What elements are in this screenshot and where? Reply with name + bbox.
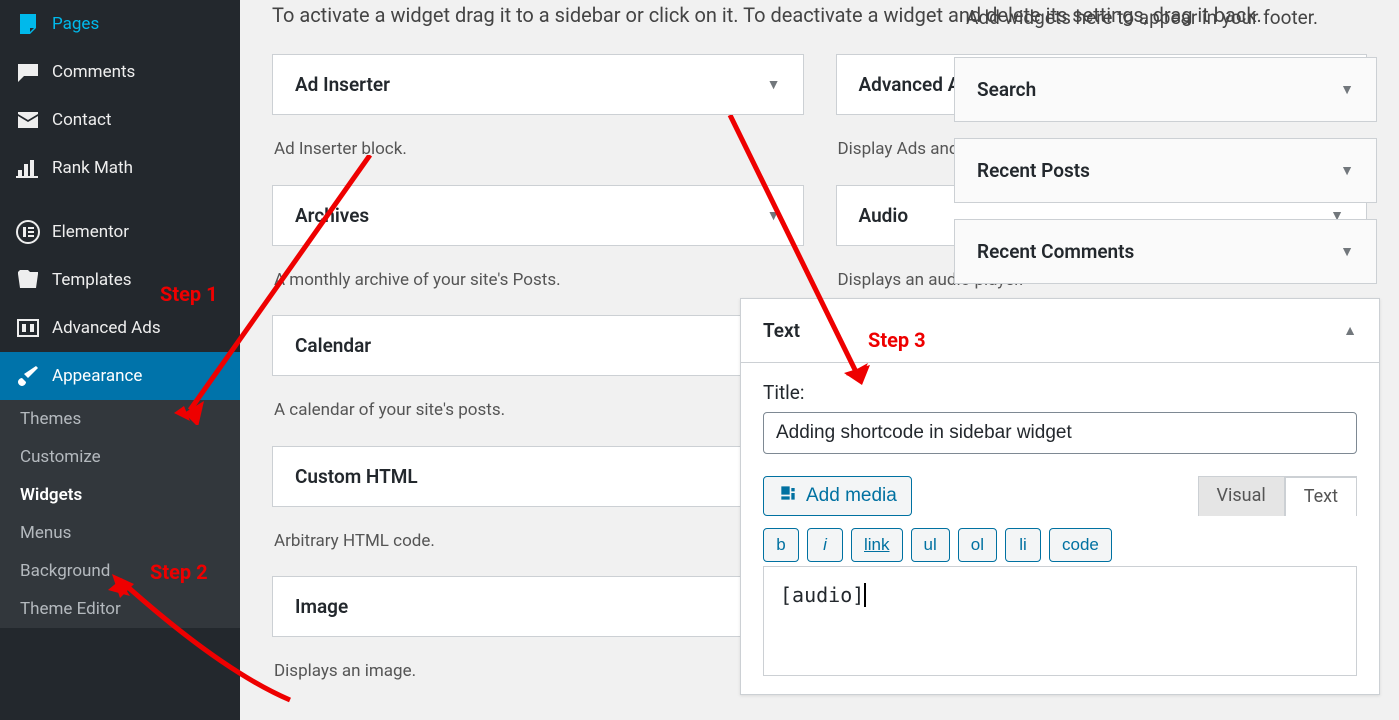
submenu-theme-editor[interactable]: Theme Editor [0, 590, 240, 628]
comment-icon [16, 60, 40, 84]
submenu-background[interactable]: Background [0, 552, 240, 590]
code-button[interactable]: code [1049, 528, 1112, 562]
submenu-widgets[interactable]: Widgets [0, 476, 240, 514]
editor-toolbar: b i link ul ol li code [763, 528, 1357, 562]
brush-icon [16, 364, 40, 388]
menu-pages[interactable]: Pages [0, 0, 240, 48]
widget-desc: A calendar of your site's posts. [272, 388, 804, 446]
chevron-down-icon: ▼ [767, 76, 781, 93]
menu-label: Appearance [52, 366, 142, 386]
menu-label: Contact [52, 110, 111, 130]
li-button[interactable]: li [1005, 528, 1041, 562]
footer-widget-recent-posts[interactable]: Recent Posts ▼ [954, 138, 1377, 203]
menu-comments[interactable]: Comments [0, 48, 240, 96]
visual-tab[interactable]: Visual [1198, 476, 1285, 516]
submenu-customize[interactable]: Customize [0, 438, 240, 476]
widget-ad-inserter[interactable]: Ad Inserter ▼ [272, 54, 804, 115]
mail-icon [16, 108, 40, 132]
widget-title: Search [977, 78, 1036, 101]
menu-label: Comments [52, 62, 135, 82]
text-widget-panel: Text ▲ Title: Add media Visual Text b i … [740, 298, 1380, 695]
widget-custom-html[interactable]: Custom HTML▼ [272, 446, 804, 507]
add-media-label: Add media [806, 485, 897, 507]
media-icon [778, 483, 798, 509]
add-media-button[interactable]: Add media [763, 476, 912, 516]
title-input[interactable] [763, 412, 1357, 454]
menu-rank-math[interactable]: Rank Math [0, 144, 240, 192]
menu-label: Rank Math [52, 158, 133, 178]
footer-area-desc: Add widgets here to appear in your foote… [944, 0, 1387, 57]
widget-title: Image [295, 595, 348, 618]
italic-button[interactable]: i [807, 528, 843, 562]
submenu-menus[interactable]: Menus [0, 514, 240, 552]
widget-image[interactable]: Image▼ [272, 576, 804, 637]
page-icon [16, 12, 40, 36]
bold-button[interactable]: b [763, 528, 799, 562]
widget-calendar[interactable]: Calendar▼ [272, 315, 804, 376]
chevron-down-icon: ▼ [1340, 162, 1354, 179]
footer-widget-search[interactable]: Search ▼ [954, 57, 1377, 122]
menu-contact[interactable]: Contact [0, 96, 240, 144]
widget-title: Recent Comments [977, 240, 1134, 263]
elementor-icon [16, 220, 40, 244]
widget-archives[interactable]: Archives ▼ [272, 185, 804, 246]
widget-title: Audio [859, 204, 909, 227]
appearance-submenu: Themes Customize Widgets Menus Backgroun… [0, 400, 240, 628]
text-widget-header[interactable]: Text ▲ [741, 299, 1379, 363]
templates-icon [16, 268, 40, 292]
submenu-themes[interactable]: Themes [0, 400, 240, 438]
footer-widget-recent-comments[interactable]: Recent Comments ▼ [954, 219, 1377, 284]
widget-title: Custom HTML [295, 465, 418, 488]
text-tab[interactable]: Text [1285, 476, 1357, 516]
widget-desc: Ad Inserter block. [272, 127, 804, 185]
widget-title: Ad Inserter [295, 73, 390, 96]
widget-desc: Displays an image. [272, 649, 804, 707]
admin-sidebar: Pages Comments Contact Rank Math Element… [0, 0, 240, 720]
widget-title: Text [763, 319, 800, 342]
chevron-down-icon: ▼ [767, 207, 781, 224]
ads-icon [16, 316, 40, 340]
widget-title: Calendar [295, 334, 371, 357]
menu-elementor[interactable]: Elementor [0, 208, 240, 256]
chevron-up-icon: ▲ [1343, 322, 1357, 339]
menu-label: Elementor [52, 222, 129, 242]
widget-title: Recent Posts [977, 159, 1090, 182]
chevron-down-icon: ▼ [1340, 243, 1354, 260]
footer-widget-area: Add widgets here to appear in your foote… [944, 0, 1387, 300]
widget-column-left: Ad Inserter ▼ Ad Inserter block. Archives… [272, 54, 804, 707]
ul-button[interactable]: ul [911, 528, 950, 562]
rank-icon [16, 156, 40, 180]
link-button[interactable]: link [851, 528, 903, 562]
widget-desc: Arbitrary HTML code. [272, 519, 804, 577]
title-label: Title: [763, 381, 1357, 404]
menu-templates[interactable]: Templates [0, 256, 240, 304]
ol-button[interactable]: ol [958, 528, 997, 562]
widget-desc: A monthly archive of your site's Posts. [272, 258, 804, 316]
text-editor[interactable]: [audio] [763, 566, 1357, 676]
menu-appearance[interactable]: Appearance [0, 352, 240, 400]
menu-label: Templates [52, 270, 132, 290]
menu-label: Advanced Ads [52, 318, 161, 338]
menu-advanced-ads[interactable]: Advanced Ads [0, 304, 240, 352]
chevron-down-icon: ▼ [1340, 81, 1354, 98]
menu-label: Pages [52, 14, 99, 34]
widget-title: Archives [295, 204, 369, 227]
